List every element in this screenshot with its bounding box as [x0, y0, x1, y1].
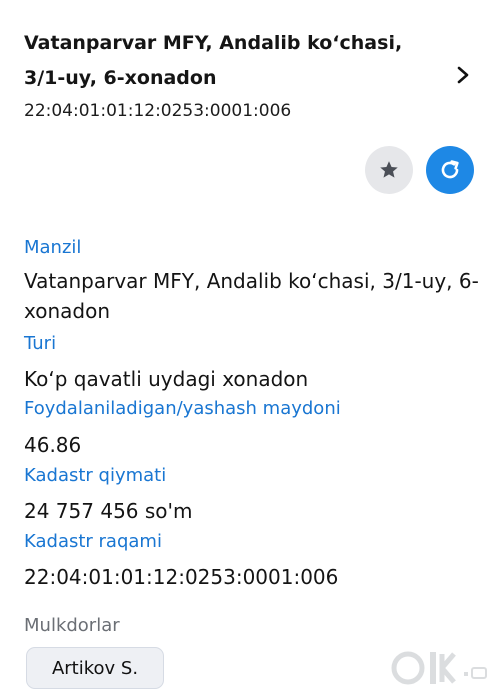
property-title: Vatanparvar MFY, Andalib ko‘chasi, 3/1-u…	[24, 32, 403, 89]
owners-label: Mulkdorlar	[24, 615, 120, 636]
address-value: Vatanparvar MFY, Andalib ko‘chasi, 3/1-u…	[24, 269, 479, 323]
watermark-logo	[391, 651, 487, 685]
type-label: Turi	[24, 333, 57, 354]
favorite-button[interactable]	[365, 146, 413, 194]
type-value: Ko‘p qavatli uydagi xonadon	[24, 367, 309, 391]
chevron-right-icon[interactable]	[454, 64, 472, 86]
area-value: 46.86	[24, 433, 82, 457]
area-label: Foydalaniladigan/yashash maydoni	[24, 398, 341, 419]
cadastral-value-amount: 24 757 456 so'm	[24, 499, 193, 523]
address-label: Manzil	[24, 237, 82, 258]
cadastral-value-label: Kadastr qiymati	[24, 465, 167, 486]
cadastral-code: 22:04:01:01:12:0253:0001:006	[24, 101, 292, 121]
star-icon	[380, 161, 398, 178]
cadastral-number-label: Kadastr raqami	[24, 531, 162, 552]
refresh-button[interactable]	[426, 146, 474, 194]
refresh-icon	[441, 160, 459, 179]
owner-chip[interactable]: Artikov S.	[26, 647, 164, 689]
cadastral-number-value: 22:04:01:01:12:0253:0001:006	[24, 565, 339, 589]
